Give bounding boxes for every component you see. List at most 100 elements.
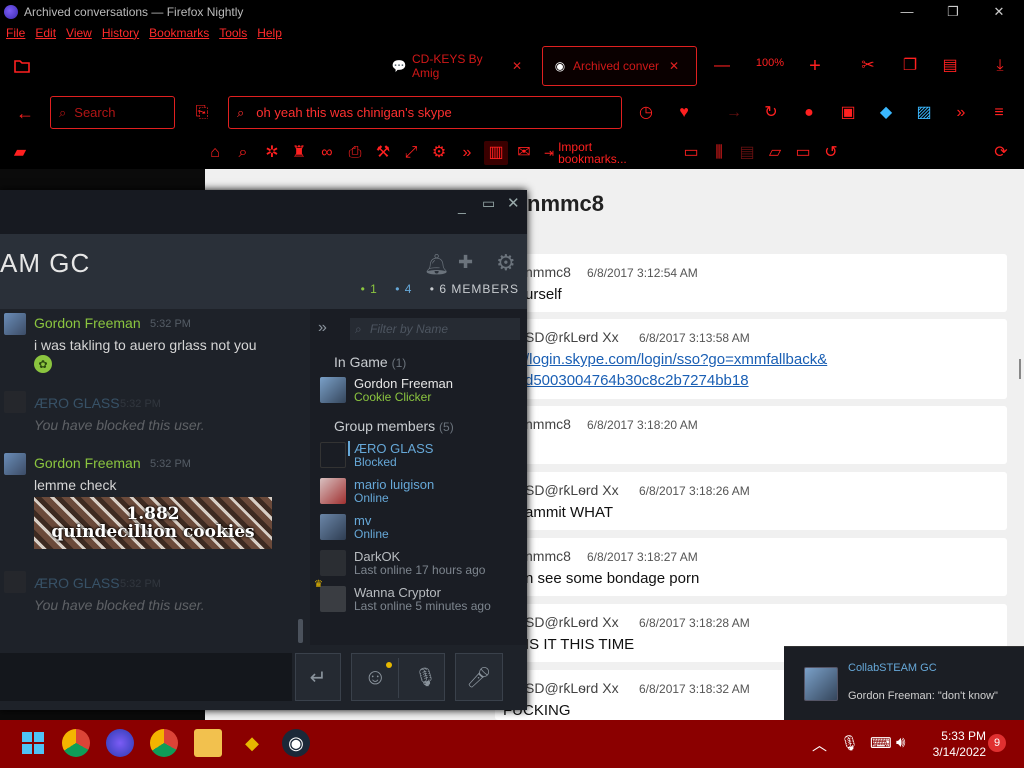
sync-icon[interactable]: ⟳ (991, 144, 1011, 162)
back-arrow-icon[interactable]: ← (14, 103, 36, 123)
forward-arrow-icon[interactable]: → (724, 103, 744, 123)
chat-message-input[interactable] (0, 653, 292, 701)
microphone-icon[interactable]: 🎙︎ (840, 734, 859, 752)
overflow-chevron-icon[interactable]: » (951, 103, 971, 123)
window-icon[interactable]: ▭ (681, 144, 701, 162)
collapse-chevron-icon[interactable]: » (318, 319, 327, 337)
firefox-nightly-icon[interactable] (106, 729, 134, 757)
message-link[interactable]: /login.skype.com/login/sso?go=xmmfallbac… (525, 351, 827, 368)
network-icon[interactable]: ⌨ (870, 734, 892, 752)
steam-titlebar[interactable]: _ ▭ ✕ (0, 190, 527, 234)
member-darkok[interactable]: DarkOK Last online 17 hours ago (320, 549, 520, 579)
file-explorer-icon[interactable] (194, 729, 222, 757)
avatar[interactable] (4, 313, 26, 335)
save-icon[interactable]: ▨ (914, 103, 934, 123)
voice-chat-button[interactable]: 🎤︎ (455, 653, 503, 701)
close-tab-icon[interactable]: ✕ (669, 59, 679, 73)
fullscreen-icon[interactable]: ⤢ (401, 144, 421, 162)
close-window-button[interactable]: ✕ (976, 0, 1022, 23)
member-mario-luigison[interactable]: mario luigison Online (320, 477, 520, 507)
extension-icon[interactable]: ⎘ (192, 103, 212, 123)
cookie-screenshot-image[interactable]: 1.882 quindecillion cookies (34, 497, 272, 549)
restore-icon[interactable]: ↺ (821, 144, 841, 162)
wrench-icon[interactable]: ⚒ (373, 144, 393, 162)
message-link[interactable]: d5003004764b30c8c2b7274bb18 (525, 372, 749, 389)
chevron-up-icon[interactable]: ︿ (812, 734, 827, 755)
add-friend-icon[interactable]: ✚ (458, 252, 473, 273)
bell-icon[interactable]: 🔔︎ (424, 252, 449, 277)
gear-icon[interactable]: ⚙ (496, 250, 516, 276)
zoom-level[interactable]: 100% (750, 55, 790, 71)
tab-archived-conversations[interactable]: ◉ Archived conver ✕ (542, 46, 697, 86)
menu-tools[interactable]: Tools (219, 26, 247, 40)
steam-icon[interactable]: ◉ (282, 729, 310, 757)
menu-history[interactable]: History (102, 26, 139, 40)
steam-notification[interactable]: CollabSTEAM GC Gordon Freeman: "don't kn… (784, 646, 1024, 720)
member-wanna-cryptor[interactable]: ♛ Wanna Cryptor Last online 5 minutes ag… (314, 579, 520, 615)
chrome-icon[interactable] (150, 729, 178, 757)
member-aero-glass[interactable]: ÆRO GLASS Blocked (320, 441, 520, 471)
sidebar-icon[interactable]: ▥ (484, 141, 508, 165)
search-input[interactable]: ⌕ Search (50, 96, 175, 129)
game-icon[interactable]: ◆ (238, 729, 266, 757)
gear-icon[interactable]: ⚙ (429, 144, 449, 162)
zoom-in-icon[interactable]: + (805, 56, 825, 76)
section-in-game[interactable]: In Game (1) (334, 354, 406, 370)
home-icon[interactable]: ⌂ (205, 144, 225, 162)
folder-icon[interactable]: ▱ (765, 144, 785, 162)
menu-bookmarks[interactable]: Bookmarks (149, 26, 209, 40)
close-icon[interactable]: ✕ (507, 194, 520, 212)
hamburger-menu-icon[interactable]: ≡ (989, 103, 1009, 123)
section-group-members[interactable]: Group members (5) (334, 418, 454, 434)
close-tab-icon[interactable]: ✕ (512, 59, 522, 73)
url-bar[interactable]: ⌕ oh yeah this was chinigan's skype (228, 96, 622, 129)
history-clock-icon[interactable]: ◷ (636, 103, 656, 123)
chat-author[interactable]: Gordon Freeman (34, 315, 141, 331)
reader-icon[interactable]: ▣ (838, 103, 858, 123)
maximize-button[interactable]: ❐ (930, 0, 976, 23)
menu-help[interactable]: Help (257, 26, 282, 40)
screenshot-icon[interactable]: ▤ (737, 144, 757, 162)
chevron-right-icon[interactable]: » (457, 144, 477, 162)
ublock-icon[interactable]: ● (799, 103, 819, 123)
menu-view[interactable]: View (66, 26, 92, 40)
mask-icon[interactable]: ∞ (317, 144, 337, 162)
minimize-button[interactable]: — (884, 0, 930, 23)
notification-badge[interactable]: 9 (988, 734, 1006, 752)
member-mv[interactable]: mv Online (320, 513, 520, 543)
minimize-icon[interactable]: _ (458, 198, 466, 214)
zoom-out-icon[interactable]: — (712, 57, 732, 75)
menu-edit[interactable]: Edit (35, 26, 56, 40)
tab-cd-keys[interactable]: 💬 CD-KEYS By Amig ✕ (382, 46, 532, 86)
gem-icon[interactable]: ◆ (876, 103, 896, 123)
windows-start-icon[interactable] (19, 729, 47, 757)
import-bookmarks-button[interactable]: ⇥ Import bookmarks... (544, 141, 664, 165)
folder-icon[interactable] (12, 57, 32, 75)
send-button[interactable]: ↵ (295, 653, 341, 701)
paste-icon[interactable]: ▤ (940, 56, 960, 76)
taskbar-clock[interactable]: 5:33 PM 3/14/2022 (922, 728, 986, 760)
filter-members-input[interactable]: ⌕ Filter by Name (350, 318, 520, 340)
download-icon[interactable]: ⤓ (990, 56, 1010, 76)
copy-icon[interactable]: ❐ (900, 56, 920, 76)
tablet-icon[interactable]: ▭ (793, 144, 813, 162)
emoticon-button[interactable]: ☺ 🎙︎ (351, 653, 445, 701)
reload-icon[interactable]: ↻ (761, 103, 781, 123)
library-icon[interactable]: ⫼ (709, 144, 729, 162)
member-gordon-freeman[interactable]: Gordon Freeman Cookie Clicker (320, 376, 520, 406)
search-icon[interactable]: ⌕ (233, 144, 253, 162)
maximize-icon[interactable]: ▭ (482, 195, 495, 212)
volume-icon[interactable]: 🔊︎ (896, 734, 905, 751)
printer-icon[interactable]: ⎙ (345, 144, 365, 162)
tag-icon[interactable]: ♜ (289, 144, 309, 162)
page-scrollbar[interactable] (1019, 359, 1021, 379)
chrome-icon[interactable] (62, 729, 90, 757)
mail-icon[interactable]: ✉ (514, 144, 534, 162)
new-window-icon[interactable]: ▰ (10, 144, 30, 162)
cut-icon[interactable]: ✂ (858, 56, 878, 76)
menu-file[interactable]: File (6, 26, 25, 40)
avatar[interactable] (4, 453, 26, 475)
bug-icon[interactable]: ✲ (262, 144, 282, 162)
pocket-icon[interactable]: ♥ (674, 103, 694, 123)
chat-scrollbar[interactable] (298, 619, 303, 643)
